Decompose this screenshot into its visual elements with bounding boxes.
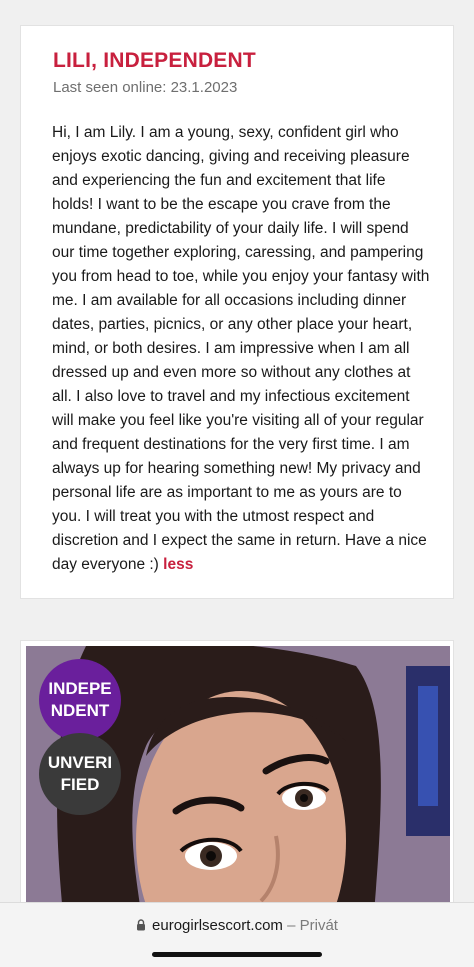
bio-text: Hi, I am Lily. I am a young, sexy, confi… <box>52 124 430 573</box>
last-seen-status: Last seen online: 23.1.2023 <box>53 79 238 96</box>
home-indicator[interactable] <box>152 952 322 957</box>
private-mode-label: Privát <box>299 917 338 934</box>
address-row[interactable]: eurogirlsescort.com – Privát <box>0 917 474 934</box>
independent-badge: INDEPE NDENT <box>39 659 121 741</box>
url-separator: – <box>287 917 296 934</box>
profile-title: LILI, INDEPENDENT <box>53 49 256 72</box>
profile-bio: Hi, I am Lily. I am a young, sexy, confi… <box>52 121 430 577</box>
url-domain: eurogirlsescort.com <box>152 917 283 934</box>
browser-address-bar[interactable]: eurogirlsescort.com – Privát <box>0 902 474 967</box>
profile-photo[interactable]: INDEPE NDENT UNVERI FIED <box>26 646 450 939</box>
unverified-badge: UNVERI FIED <box>39 733 121 815</box>
less-link[interactable]: less <box>163 556 193 573</box>
photo-card: INDEPE NDENT UNVERI FIED <box>20 640 454 940</box>
profile-card: LILI, INDEPENDENT Last seen online: 23.1… <box>20 25 454 599</box>
lock-icon <box>136 918 146 931</box>
